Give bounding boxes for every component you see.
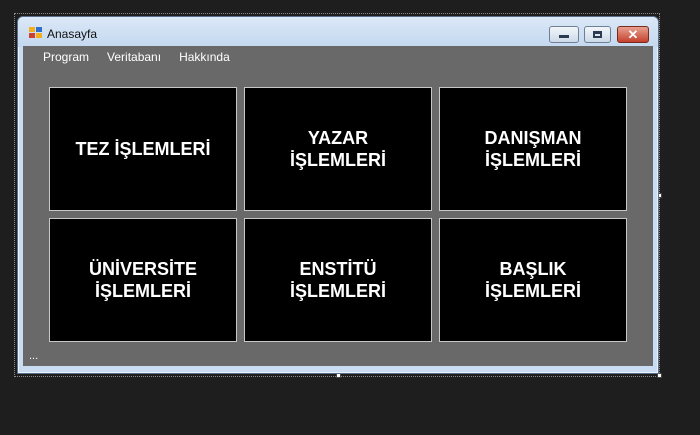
menu-program[interactable]: Program	[34, 46, 98, 68]
menu-hakkinda[interactable]: Hakkında	[170, 46, 239, 68]
baslik-islemleri-button[interactable]: BAŞLIK İŞLEMLERİ	[439, 218, 627, 342]
minimize-icon	[559, 35, 569, 38]
title-bar[interactable]: Anasayfa ✕	[18, 17, 658, 47]
tez-islemleri-button[interactable]: TEZ İŞLEMLERİ	[49, 87, 237, 211]
universite-islemleri-button[interactable]: ÜNİVERSİTE İŞLEMLERİ	[49, 218, 237, 342]
minimize-button[interactable]	[549, 26, 579, 43]
menu-veritabani[interactable]: Veritabanı	[98, 46, 170, 68]
enstitu-islemleri-button[interactable]: ENSTİTÜ İŞLEMLERİ	[244, 218, 432, 342]
yazar-islemleri-button[interactable]: YAZAR İŞLEMLERİ	[244, 87, 432, 211]
client-area: Program Veritabanı Hakkında TEZ İŞLEMLER…	[23, 46, 653, 366]
close-icon: ✕	[627, 27, 639, 42]
menu-bar: Program Veritabanı Hakkında	[23, 46, 653, 68]
close-button[interactable]: ✕	[617, 26, 649, 43]
status-text: ...	[29, 350, 39, 362]
main-window: Anasayfa ✕ Program Veritabanı Hakkında T…	[17, 16, 659, 374]
window-title: Anasayfa	[47, 27, 98, 41]
maximize-icon	[593, 31, 602, 38]
danisman-islemleri-button[interactable]: DANIŞMAN İŞLEMLERİ	[439, 87, 627, 211]
maximize-button[interactable]	[584, 26, 611, 43]
app-icon	[29, 27, 42, 38]
